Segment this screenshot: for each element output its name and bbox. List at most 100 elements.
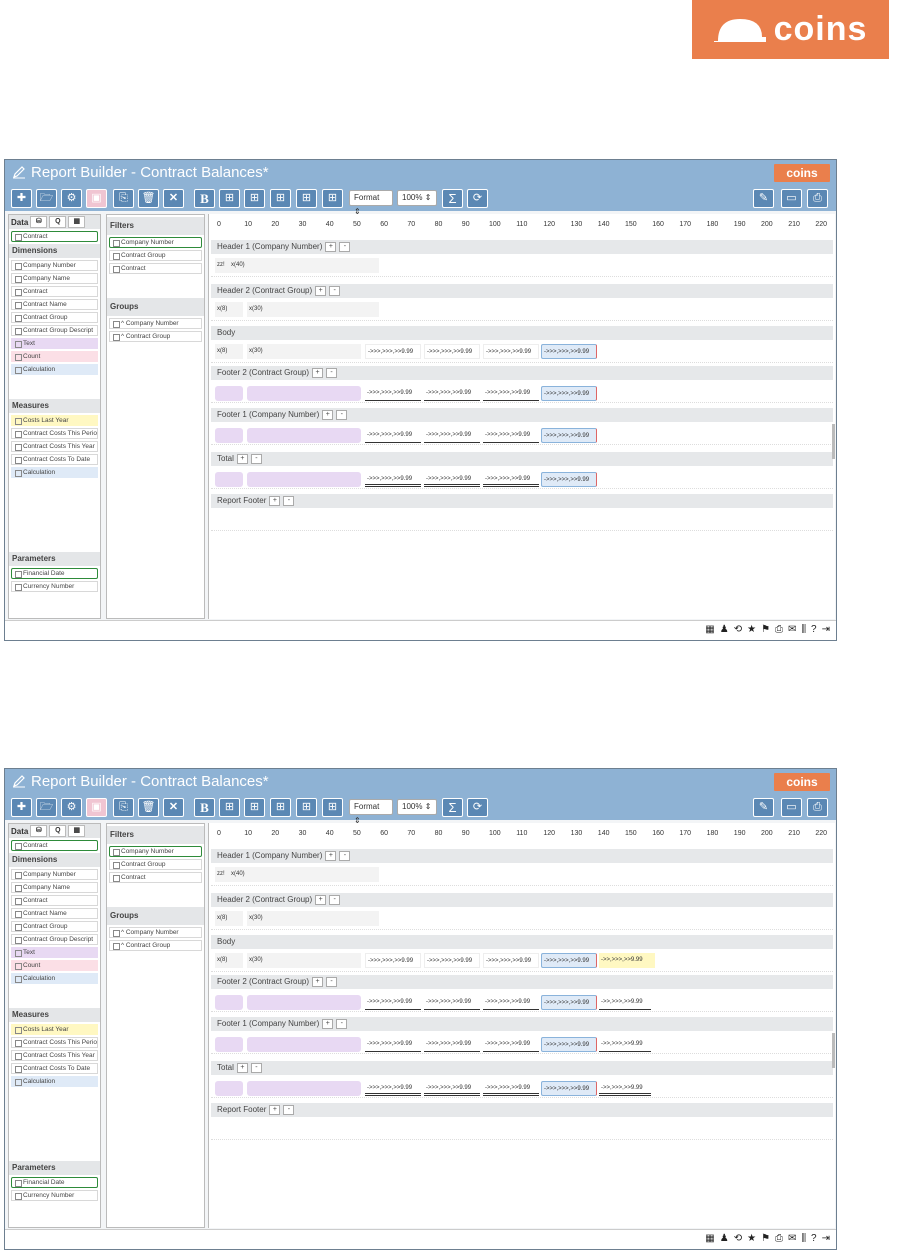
format-select[interactable]: Format ⇕ — [349, 799, 393, 825]
person-icon[interactable]: ♟ — [720, 624, 729, 635]
text-item[interactable]: Text — [11, 947, 98, 958]
library-icon[interactable]: ⫼ — [801, 1233, 806, 1244]
flag-icon[interactable]: ⚑ — [761, 1233, 770, 1244]
settings-button[interactable]: ⚙ — [61, 189, 82, 208]
open-folder-button[interactable]: 🗁 — [36, 189, 57, 208]
measure-calculation-item[interactable]: Calculation — [11, 1076, 98, 1087]
dimension-item[interactable]: Company Name — [11, 882, 98, 893]
measure-item[interactable]: Contract Costs This Year — [11, 1050, 98, 1061]
border-left-button[interactable]: ⊞ — [270, 798, 291, 817]
group-item[interactable]: ^ Company Number — [109, 927, 202, 938]
printer-icon[interactable]: ⎙ — [775, 1233, 783, 1244]
open-folder-button[interactable]: 🗁 — [36, 798, 57, 817]
minus-button[interactable]: - — [329, 286, 341, 296]
field-placeholder[interactable] — [215, 995, 243, 1010]
field-x8[interactable]: x(8) — [215, 302, 243, 317]
filter-item[interactable]: Contract Group — [109, 859, 202, 870]
group-item[interactable]: ^ Contract Group — [109, 331, 202, 342]
filter-item[interactable]: Contract — [109, 872, 202, 883]
plus-button[interactable]: + — [236, 454, 248, 464]
field-number[interactable]: ->>>,>>>,>>9.99 — [483, 386, 539, 401]
field-number[interactable]: ->>>,>>>,>>9.99 — [365, 995, 421, 1010]
group-item[interactable]: ^ Company Number — [109, 318, 202, 329]
field-number[interactable]: ->>>,>>>,>>9.99 — [483, 953, 539, 968]
apps-grid-icon[interactable]: ▦ — [705, 624, 714, 635]
star-icon[interactable]: ★ — [747, 1233, 756, 1244]
field-placeholder[interactable] — [215, 472, 243, 487]
plus-button[interactable]: + — [325, 242, 337, 252]
help-icon[interactable]: ? — [811, 1233, 817, 1244]
scrollbar[interactable] — [832, 1033, 835, 1068]
count-item[interactable]: Count — [11, 351, 98, 362]
field-x8[interactable]: x(8) — [215, 344, 243, 359]
field-placeholder[interactable] — [215, 428, 243, 443]
count-item[interactable]: Count — [11, 960, 98, 971]
new-button[interactable]: ✚ — [11, 798, 32, 817]
field-number[interactable]: ->>>,>>>,>>9.99 — [541, 1081, 597, 1096]
group-item[interactable]: ^ Contract Group — [109, 940, 202, 951]
apps-grid-icon[interactable]: ▦ — [705, 1233, 714, 1244]
bold-button[interactable]: B — [194, 798, 215, 817]
plus-button[interactable]: + — [322, 410, 334, 420]
border-none-button[interactable]: ⊞ — [322, 798, 343, 817]
field-zz[interactable]: zz! — [215, 258, 229, 273]
field-number[interactable]: ->>>,>>>,>>9.99 — [365, 386, 421, 401]
dimension-item[interactable]: Contract Name — [11, 299, 98, 310]
printer-icon[interactable]: ⎙ — [775, 624, 783, 635]
calculation-item[interactable]: Calculation — [11, 973, 98, 984]
field-number[interactable]: ->>>,>>>,>>9.99 — [541, 1037, 597, 1052]
parameter-item[interactable]: Financial Date — [11, 568, 98, 579]
preview-button[interactable]: ▭ — [781, 798, 802, 817]
minus-button[interactable]: - — [326, 368, 338, 378]
field-number[interactable]: ->>>,>>>,>>9.99 — [483, 1081, 539, 1096]
mail-icon[interactable]: ✉ — [788, 1233, 796, 1244]
field-placeholder[interactable] — [215, 1037, 243, 1052]
history-icon[interactable]: ⟲ — [734, 1233, 742, 1244]
field-number[interactable]: ->>>,>>>,>>9.99 — [483, 428, 539, 443]
field-number[interactable]: ->>>,>>>,>>9.99 — [541, 472, 597, 487]
dimension-item[interactable]: Contract Group Descript — [11, 325, 98, 336]
field-number[interactable]: ->>>,>>>,>>9.99 — [424, 995, 480, 1010]
field-placeholder[interactable] — [215, 1081, 243, 1096]
field-number[interactable]: ->>>,>>>,>>9.99 — [541, 386, 597, 401]
measure-item[interactable]: Contract Costs This Perio — [11, 1037, 98, 1048]
field-number[interactable]: ->>>,>>>,>>9.99 — [541, 995, 597, 1010]
measure-item[interactable]: Contract Costs This Year — [11, 441, 98, 452]
refresh-button[interactable]: ⟳ — [467, 189, 488, 208]
field-number[interactable]: ->>>,>>>,>>9.99 — [424, 1081, 480, 1096]
plus-button[interactable]: + — [312, 368, 324, 378]
field-number[interactable]: ->>>,>>>,>>9.99 — [424, 344, 480, 359]
field-number-new[interactable]: ->>,>>>,>>9.99 — [599, 1037, 651, 1052]
field-x30[interactable]: x(30) — [247, 302, 379, 317]
field-x30[interactable]: x(30) — [247, 953, 361, 968]
minus-button[interactable]: - — [250, 1063, 262, 1073]
dimension-item[interactable]: Company Number — [11, 869, 98, 880]
field-number[interactable]: ->>>,>>>,>>9.99 — [365, 428, 421, 443]
border-all-button[interactable]: ⊞ — [219, 798, 240, 817]
minus-button[interactable]: - — [336, 410, 348, 420]
field-number[interactable]: ->>>,>>>,>>9.99 — [483, 1037, 539, 1052]
grid-tab-icon[interactable]: ▦ — [68, 216, 86, 228]
format-select[interactable]: Format ⇕ — [349, 190, 393, 216]
database-tab-icon[interactable]: ⛁ — [30, 825, 48, 837]
bold-button[interactable]: B — [194, 189, 215, 208]
scrollbar[interactable] — [832, 424, 835, 459]
contract-chip[interactable]: Contract — [11, 840, 98, 851]
dimension-item[interactable]: Contract Group — [11, 921, 98, 932]
grid-tab-icon[interactable]: ▦ — [68, 825, 86, 837]
settings-button[interactable]: ⚙ — [61, 798, 82, 817]
filter-item[interactable]: Contract — [109, 263, 202, 274]
minus-button[interactable]: - — [336, 1019, 348, 1029]
parameter-item[interactable]: Currency Number — [11, 581, 98, 592]
field-number[interactable]: ->>>,>>>,>>9.99 — [365, 344, 421, 359]
field-number[interactable]: ->>>,>>>,>>9.99 — [483, 344, 539, 359]
plus-button[interactable]: + — [236, 1063, 248, 1073]
dimension-item[interactable]: Contract Name — [11, 908, 98, 919]
delete-button[interactable]: 🗑 — [138, 798, 159, 817]
border-right-button[interactable]: ⊞ — [296, 189, 317, 208]
plus-button[interactable]: + — [315, 895, 327, 905]
field-number-new[interactable]: ->>,>>>,>>9.99 — [599, 995, 651, 1010]
field-number[interactable]: ->>>,>>>,>>9.99 — [541, 344, 597, 359]
field-x8[interactable]: x(8) — [215, 953, 243, 968]
field-placeholder[interactable] — [247, 995, 361, 1010]
